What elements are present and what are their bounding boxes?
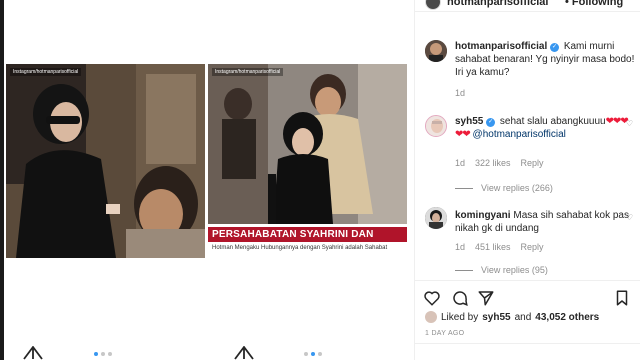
post-media-area: Instagram/hotmanparisofficial Instagram/… <box>0 0 414 360</box>
carousel-dot-active[interactable] <box>311 352 315 356</box>
left-edge-bar <box>0 0 4 360</box>
carousel-dots <box>304 352 322 356</box>
comment-likes[interactable]: 451 likes <box>475 242 511 252</box>
avatar-image <box>425 40 447 62</box>
liked-by-and: and <box>514 311 532 323</box>
liked-by-prefix: Liked by <box>441 311 479 323</box>
replies-divider <box>455 269 473 271</box>
comment-time: 1d <box>455 242 466 252</box>
replies-divider <box>455 187 473 189</box>
share-icon[interactable] <box>233 346 255 360</box>
view-replies-button[interactable]: View replies (266) <box>455 183 553 193</box>
like-heart-icon[interactable] <box>423 289 441 307</box>
avatar[interactable] <box>425 207 447 229</box>
post-header: hotmanparisofficial • Following <box>415 0 640 12</box>
comment-body: komingyani Masa sih sahabat kok pas nika… <box>455 209 635 235</box>
avatar-image <box>425 207 447 229</box>
carousel-dot[interactable] <box>101 352 105 356</box>
share-icon[interactable] <box>477 289 495 307</box>
divider <box>415 343 640 344</box>
comment-username[interactable]: komingyani <box>455 210 511 221</box>
avatar[interactable] <box>425 40 447 62</box>
carousel-dot-active[interactable] <box>94 352 98 356</box>
like-comment-heart-icon[interactable]: ♡ <box>626 119 633 128</box>
verified-badge-icon: ✓ <box>486 118 496 127</box>
comment-meta: 1d 451 likes Reply <box>455 242 544 252</box>
comment-meta: 1d <box>455 88 465 98</box>
reply-button[interactable]: Reply <box>521 158 544 168</box>
avatar[interactable] <box>425 0 441 10</box>
verified-badge-icon: ✓ <box>550 43 560 52</box>
comments-panel: hotmanparisofficial • Following hotmanpa… <box>414 0 640 360</box>
comment-body: hotmanparisofficial ✓ Kami murni sahabat… <box>455 40 635 79</box>
photo-1-illustration <box>6 64 205 258</box>
reply-button[interactable]: Reply <box>521 242 544 252</box>
comment-time: 1d <box>455 88 466 98</box>
avatar[interactable] <box>425 311 437 323</box>
comment-body: syh55 ✓ sehat slalu abangkuuuu❤❤❤❤❤ @hot… <box>455 115 635 141</box>
comment-text: sehat slalu abangkuuuu <box>499 116 606 127</box>
avatar[interactable] <box>425 115 447 137</box>
comment-username[interactable]: syh55 <box>455 116 483 127</box>
comment-meta: 1d 322 likes Reply <box>455 158 544 168</box>
banner-subtitle: Hotman Mengaku Hubungannya dengan Syahri… <box>212 245 388 251</box>
post-photo-1[interactable]: Instagram/hotmanparisofficial <box>6 64 205 258</box>
share-icon[interactable] <box>22 346 44 360</box>
liked-by-others[interactable]: 43,052 others <box>535 312 599 323</box>
mention-link[interactable]: @hotmanparisofficial <box>473 129 566 140</box>
carousel-dot[interactable] <box>318 352 322 356</box>
view-replies-label: View replies (95) <box>481 265 548 275</box>
photo-watermark: Instagram/hotmanparisofficial <box>212 68 284 76</box>
carousel-dot[interactable] <box>108 352 112 356</box>
banner-title: PERSAHABATAN SYAHRINI DAN HOTMAN PARIS <box>208 227 407 255</box>
avatar-image <box>426 116 446 136</box>
post-timestamp[interactable]: 1 DAY AGO <box>425 330 464 337</box>
like-comment-heart-icon[interactable]: ♡ <box>626 213 633 222</box>
news-banner: PERSAHABATAN SYAHRINI DAN HOTMAN PARIS H… <box>208 224 407 258</box>
comment-icon[interactable] <box>451 289 469 307</box>
liked-by-user[interactable]: syh55 <box>482 312 510 323</box>
carousel-dot[interactable] <box>304 352 308 356</box>
view-replies-label: View replies (266) <box>481 183 553 193</box>
comment-username[interactable]: hotmanparisofficial <box>455 41 547 52</box>
comment-likes[interactable]: 322 likes <box>475 158 511 168</box>
likes-summary: Liked by syh55 and 43,052 others <box>425 311 599 323</box>
following-button[interactable]: • Following <box>565 0 623 8</box>
post-photo-2[interactable]: Instagram/hotmanparisofficial PERSAHABAT… <box>208 64 407 258</box>
bookmark-icon[interactable] <box>613 289 631 307</box>
header-username[interactable]: hotmanparisofficial <box>447 0 548 8</box>
photo-watermark: Instagram/hotmanparisofficial <box>10 68 82 76</box>
comment-time: 1d <box>455 158 466 168</box>
carousel-dots <box>94 352 112 356</box>
action-bar <box>415 280 640 310</box>
view-replies-button[interactable]: View replies (95) <box>455 265 548 275</box>
